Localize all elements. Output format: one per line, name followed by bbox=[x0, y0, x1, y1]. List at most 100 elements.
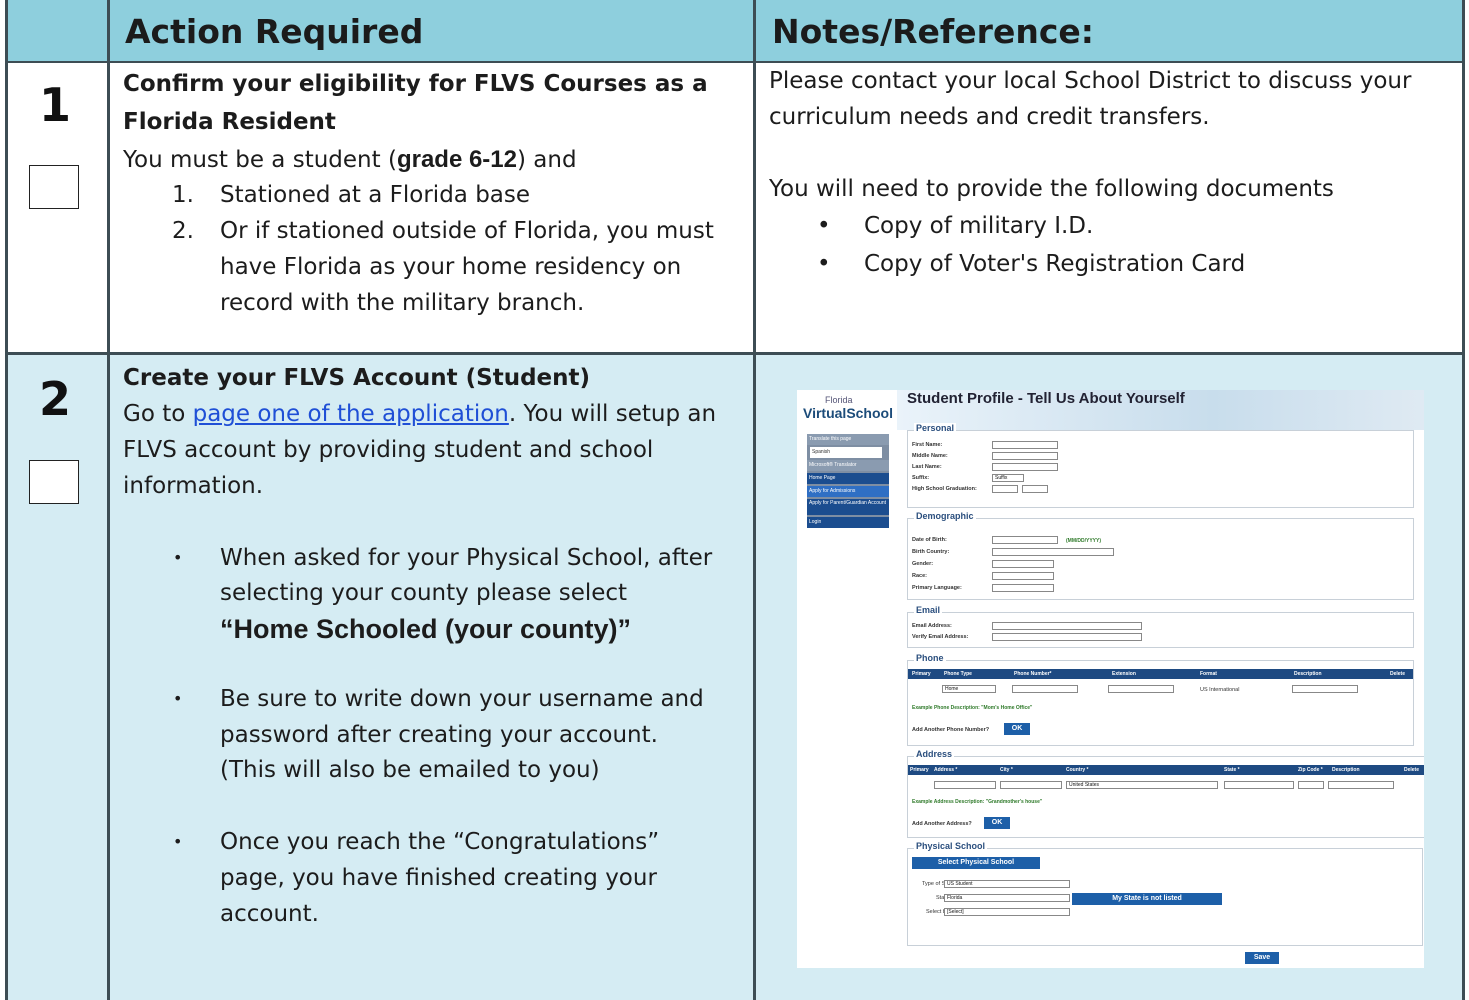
step-number: 1 bbox=[39, 78, 72, 132]
grid-line bbox=[753, 0, 756, 1000]
zip-input[interactable] bbox=[1298, 781, 1324, 789]
bullet-text: page, you have finished creating your bbox=[220, 865, 657, 891]
save-button[interactable]: Save bbox=[1245, 952, 1279, 964]
city-input[interactable] bbox=[1000, 781, 1062, 789]
field-label: Verify Email Address: bbox=[912, 634, 969, 640]
field-label: Race: bbox=[912, 573, 927, 579]
dob-input[interactable] bbox=[992, 536, 1058, 544]
field-label: Suffix: bbox=[912, 475, 930, 481]
last-name-input[interactable] bbox=[992, 463, 1058, 471]
sidebar-item-admissions[interactable]: Apply for Admissions bbox=[807, 486, 889, 497]
select-physical-school-button[interactable]: Select Physical School bbox=[912, 857, 1040, 869]
section-title: Physical School bbox=[914, 841, 988, 851]
email-input[interactable] bbox=[992, 622, 1142, 630]
section-title: Personal bbox=[914, 423, 957, 433]
physical-school-section: Physical School Select Physical School T… bbox=[907, 841, 1423, 946]
section-title: Email bbox=[914, 605, 943, 615]
list-marker: 1. bbox=[172, 182, 194, 208]
phone-format-radio[interactable]: US International bbox=[1200, 687, 1239, 693]
bullet-text: (This will also be emailed to you) bbox=[220, 757, 600, 783]
eligibility-intro: You must be a student (grade 6-12) and bbox=[123, 146, 577, 173]
address-input[interactable] bbox=[934, 781, 996, 789]
select-by-select[interactable]: [Select] bbox=[944, 908, 1070, 916]
phone-section: Phone Primary Phone Type Phone Number* E… bbox=[907, 653, 1414, 746]
field-label: Birth Country: bbox=[912, 549, 950, 555]
language-select[interactable] bbox=[992, 584, 1054, 592]
state-select[interactable]: Florida bbox=[944, 894, 1070, 902]
notes-text: curriculum needs and credit transfers. bbox=[769, 104, 1210, 130]
application-link[interactable]: page one of the application bbox=[193, 401, 509, 427]
personal-section: Personal First Name: Middle Name: Last N… bbox=[907, 423, 1414, 508]
sidebar-item-parent[interactable]: Apply for Parent/Guardian Account bbox=[807, 499, 889, 515]
list-item: have Florida as your home residency on bbox=[220, 254, 682, 280]
sidebar: Translate this page Spanish Microsoft® T… bbox=[807, 434, 889, 528]
bullet-icon: • bbox=[817, 251, 831, 277]
list-item: Or if stationed outside of Florida, you … bbox=[220, 218, 714, 244]
phone-type-select[interactable]: Home bbox=[942, 685, 996, 693]
field-label: First Name: bbox=[912, 442, 943, 448]
grid-line bbox=[1462, 0, 1465, 1000]
grid-line bbox=[5, 0, 8, 1000]
add-phone-label: Add Another Phone Number? bbox=[912, 727, 990, 733]
bullet-icon: • bbox=[173, 689, 183, 708]
bullet-text: account. bbox=[220, 901, 319, 927]
field-label: Last Name: bbox=[912, 464, 942, 470]
phone-example: Example Phone Description: "Mom's Home O… bbox=[912, 705, 1033, 711]
bullet-icon: • bbox=[173, 548, 183, 567]
instruction-text: FLVS account by providing student and sc… bbox=[123, 437, 654, 463]
add-phone-ok-button[interactable]: OK bbox=[1004, 723, 1030, 735]
gender-select[interactable] bbox=[992, 560, 1054, 568]
bullet-text: Once you reach the “Congratulations” bbox=[220, 829, 660, 855]
list-item: record with the military branch. bbox=[220, 290, 585, 316]
list-marker: 2. bbox=[172, 218, 194, 244]
state-not-listed-button[interactable]: My State is not listed bbox=[1072, 893, 1222, 905]
phone-number-input[interactable] bbox=[1012, 685, 1078, 693]
grid-line bbox=[5, 352, 1465, 355]
field-label: Gender: bbox=[912, 561, 934, 567]
type-of-student-select[interactable]: US Student bbox=[944, 880, 1070, 888]
section-title: Demographic bbox=[914, 511, 976, 521]
email-section: Email Email Address: Verify Email Addres… bbox=[907, 605, 1414, 648]
step-checkbox[interactable] bbox=[29, 165, 79, 209]
bullet-icon: • bbox=[173, 832, 183, 851]
step-title: Create your FLVS Account (Student) bbox=[123, 365, 591, 391]
address-table-header: Primary Address * City * Country * State… bbox=[908, 765, 1424, 775]
race-select[interactable] bbox=[992, 572, 1054, 580]
list-item: Stationed at a Florida base bbox=[220, 182, 531, 208]
bullet-text: password after creating your account. bbox=[220, 722, 658, 748]
student-profile-screenshot: Florida VirtualSchool Student Profile - … bbox=[797, 390, 1424, 968]
section-title: Address bbox=[914, 749, 955, 759]
field-label: High School Graduation: bbox=[912, 486, 977, 492]
step-checkbox[interactable] bbox=[29, 460, 79, 504]
sidebar-item-home[interactable]: Home Page bbox=[807, 473, 889, 484]
add-address-ok-button[interactable]: OK bbox=[984, 817, 1010, 829]
language-select[interactable]: Spanish bbox=[810, 447, 882, 458]
suffix-select[interactable]: Suffix bbox=[992, 474, 1024, 482]
sidebar-item-login[interactable]: Login bbox=[807, 517, 889, 528]
extension-input[interactable] bbox=[1108, 685, 1174, 693]
first-name-input[interactable] bbox=[992, 441, 1058, 449]
demographic-section: Demographic Date of Birth: Birth Country… bbox=[907, 511, 1414, 600]
add-address-label: Add Another Address? bbox=[912, 821, 972, 827]
address-example: Example Address Description: "Grandmothe… bbox=[912, 799, 1043, 805]
field-label: Middle Name: bbox=[912, 453, 948, 459]
bullet-text: selecting your county please select bbox=[220, 580, 628, 606]
documents-intro: You will need to provide the following d… bbox=[769, 176, 1334, 202]
instruction-text: information. bbox=[123, 473, 264, 499]
step-title: Florida Resident bbox=[123, 109, 336, 135]
state-select[interactable] bbox=[1224, 781, 1294, 789]
birth-country-select[interactable] bbox=[992, 548, 1114, 556]
middle-name-input[interactable] bbox=[992, 452, 1058, 460]
goto-line: Go to page one of the application. You w… bbox=[123, 401, 717, 427]
bullet-text: When asked for your Physical School, aft… bbox=[220, 545, 713, 571]
phone-table-header: Primary Phone Type Phone Number* Extensi… bbox=[908, 669, 1413, 679]
country-select[interactable]: United States bbox=[1066, 781, 1218, 789]
graduation-month-select[interactable] bbox=[992, 485, 1018, 493]
field-label: Date of Birth: bbox=[912, 537, 947, 543]
address-description-input[interactable] bbox=[1328, 781, 1394, 789]
document-item: Copy of Voter's Registration Card bbox=[864, 251, 1246, 277]
section-title: Phone bbox=[914, 653, 946, 663]
phone-description-input[interactable] bbox=[1292, 685, 1358, 693]
verify-email-input[interactable] bbox=[992, 633, 1142, 641]
graduation-year-select[interactable] bbox=[1022, 485, 1048, 493]
